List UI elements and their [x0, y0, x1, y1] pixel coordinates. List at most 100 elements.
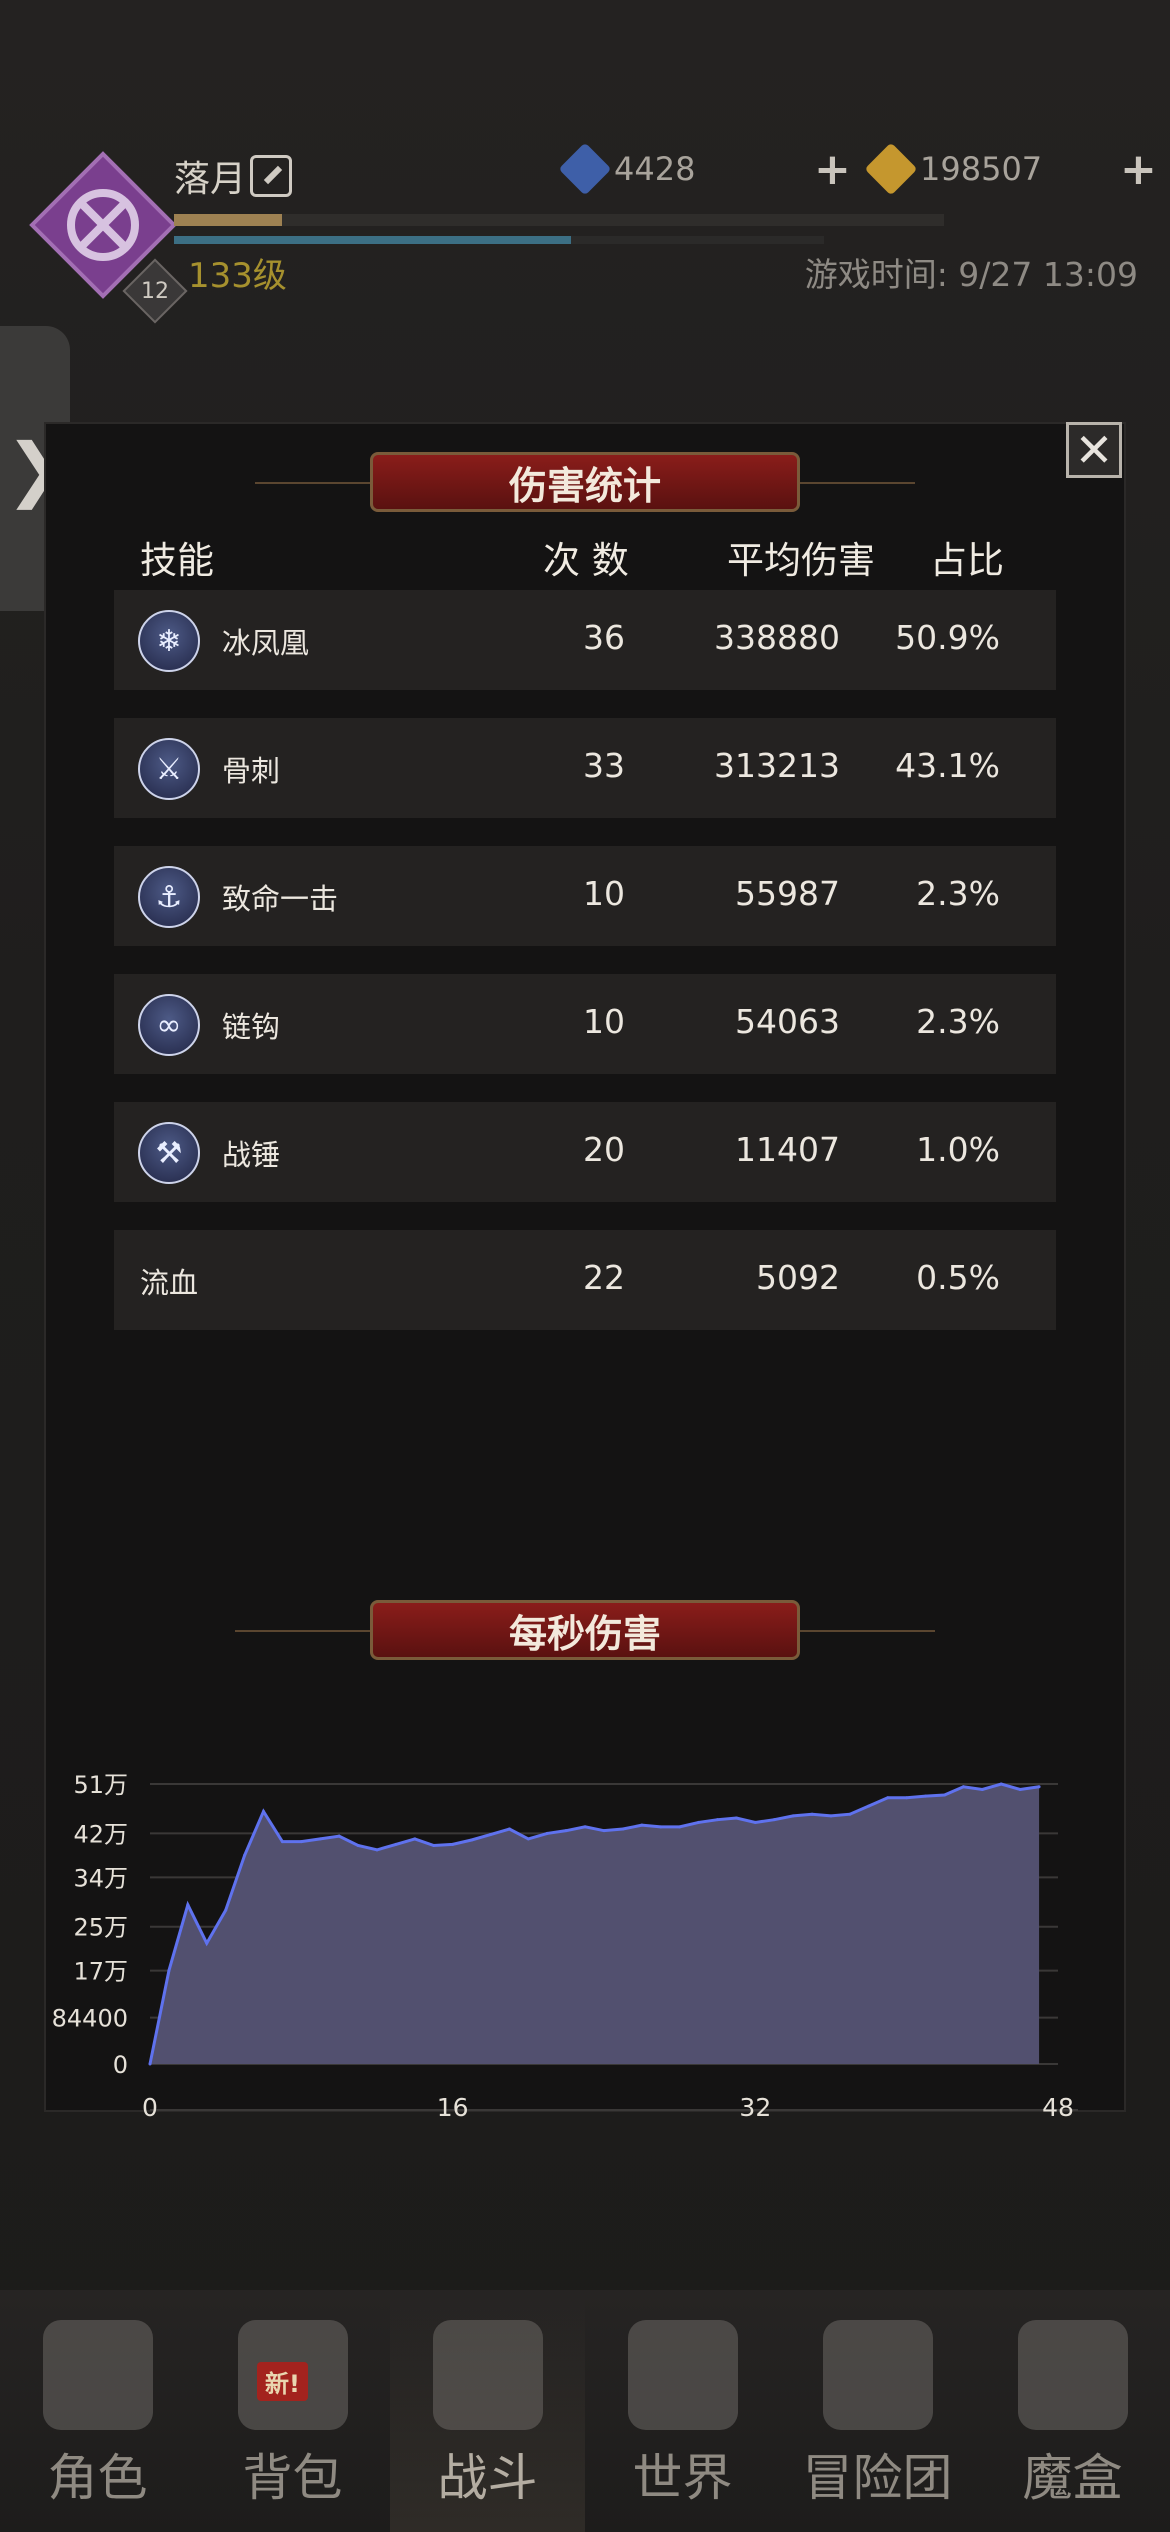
- close-button[interactable]: ✕: [1066, 422, 1122, 478]
- nav-adventure-group[interactable]: 冒险团: [780, 2290, 975, 2532]
- dps-point: [829, 1814, 833, 1818]
- damage-row: ❄ 冰凤凰 36 338880 50.9%: [114, 590, 1056, 690]
- dps-point: [867, 1804, 871, 1808]
- damage-share: 2.3%: [916, 874, 1000, 913]
- y-tick-label: 42万: [73, 1820, 128, 1848]
- nav-adventure-group-icon: [822, 2320, 933, 2430]
- column-header-count: 次 数: [543, 539, 629, 582]
- nav-character[interactable]: 角色: [0, 2290, 195, 2532]
- dps-point: [262, 1809, 265, 1813]
- edit-icon[interactable]: [250, 155, 292, 197]
- bottom-navigation: 角色 新! 背包 战斗 世界 冒险团 魔盒: [0, 2290, 1170, 2532]
- dps-point: [470, 1838, 474, 1842]
- column-header-skill: 技能: [140, 539, 214, 582]
- dps-point: [886, 1796, 890, 1800]
- add-diamond-button[interactable]: +: [814, 144, 851, 195]
- gold-currency: 198507 +: [864, 142, 1157, 196]
- dps-title: 每秒伤害: [508, 1611, 661, 1656]
- skill-name: 链钩: [222, 1010, 281, 1044]
- damage-share: 50.9%: [895, 618, 1000, 657]
- nav-character-label: 角色: [47, 2449, 148, 2507]
- chain-hook-icon: ∞: [138, 994, 200, 1056]
- x-tick-label: 32: [739, 2093, 771, 2122]
- hit-count: 33: [583, 746, 625, 785]
- dps-point: [186, 1903, 190, 1907]
- damage-row: 流血 22 5092 0.5%: [114, 1230, 1056, 1330]
- dps-point: [1018, 1787, 1022, 1791]
- average-damage: 54063: [735, 1002, 840, 1041]
- dps-point: [148, 2062, 152, 2066]
- player-level: 133级: [188, 256, 287, 296]
- dps-point: [243, 1853, 247, 1857]
- xp-bar: [174, 214, 944, 226]
- skill-name: 战锤: [222, 1138, 281, 1172]
- ice-phoenix-icon: ❄: [138, 610, 200, 672]
- dps-point: [280, 1840, 284, 1844]
- anchor-icon-glyph: ⚓: [155, 879, 183, 915]
- damage-row: ⚓ 致命一击 10 55987 2.3%: [114, 846, 1056, 946]
- y-tick-label: 0: [113, 2051, 128, 2079]
- new-badge: 新!: [257, 2362, 308, 2401]
- player-name: 落月: [174, 159, 247, 200]
- nav-backpack[interactable]: 新! 背包: [195, 2290, 390, 2532]
- damage-share: 43.1%: [895, 746, 1000, 785]
- gold-icon: [864, 142, 918, 196]
- damage-stats-title-banner: 伤害统计: [370, 452, 800, 512]
- anchor-icon: ⚓: [138, 866, 200, 928]
- damage-share: 1.0%: [916, 1130, 1000, 1169]
- dps-point: [640, 1823, 644, 1827]
- nav-battle-label: 战斗: [437, 2449, 538, 2507]
- nav-battle[interactable]: 战斗: [390, 2290, 585, 2532]
- nav-magic-box[interactable]: 魔盒: [975, 2290, 1170, 2532]
- damage-row: ∞ 链钩 10 54063 2.3%: [114, 974, 1056, 1074]
- average-damage: 313213: [714, 746, 840, 785]
- column-header-share: 占比: [930, 539, 1004, 582]
- dps-point: [451, 1842, 455, 1846]
- dps-point: [678, 1825, 682, 1829]
- nav-world[interactable]: 世界: [585, 2290, 780, 2532]
- damage-row: ⚔ 骨刺 33 313213 43.1%: [114, 718, 1056, 818]
- dps-point: [621, 1827, 625, 1831]
- nav-world-icon: [627, 2320, 738, 2430]
- nav-magic-box-label: 魔盒: [1022, 2449, 1123, 2507]
- sword-icon-glyph: ⚔: [155, 751, 183, 787]
- dps-point: [413, 1837, 417, 1841]
- nav-magic-box-icon: [1017, 2320, 1128, 2430]
- dps-point: [224, 1908, 228, 1912]
- hit-count: 10: [583, 1002, 625, 1041]
- skill-name: 流血: [140, 1266, 199, 1300]
- y-tick-label: 51万: [73, 1771, 128, 1799]
- modal-title: 伤害统计: [508, 463, 661, 508]
- y-tick-label: 17万: [73, 1958, 128, 1986]
- nav-world-label: 世界: [632, 2449, 733, 2507]
- dps-point: [375, 1848, 379, 1852]
- dps-point: [583, 1825, 587, 1829]
- ice-phoenix-icon-glyph: ❄: [156, 623, 182, 659]
- average-damage: 338880: [714, 618, 840, 657]
- dps-point: [905, 1796, 909, 1800]
- damage-share: 2.3%: [916, 1002, 1000, 1041]
- dps-point: [791, 1814, 795, 1818]
- dps-point: [961, 1785, 965, 1789]
- x-tick-label: 16: [437, 2093, 469, 2122]
- dps-point: [980, 1787, 984, 1791]
- war-hammer-icon-glyph: ⚒: [155, 1135, 183, 1171]
- average-damage: 55987: [735, 874, 840, 913]
- dps-point: [697, 1820, 701, 1824]
- skill-name: 致命一击: [222, 882, 339, 916]
- war-hammer-icon: ⚒: [138, 1122, 200, 1184]
- dps-point: [659, 1825, 663, 1829]
- xp-fill: [174, 214, 282, 226]
- dps-point: [1037, 1785, 1041, 1789]
- dps-point: [318, 1837, 322, 1841]
- dps-point: [753, 1820, 757, 1824]
- dps-point: [943, 1793, 946, 1797]
- energy-bar: [174, 236, 824, 244]
- dps-point: [526, 1837, 530, 1841]
- dps-area: [150, 1784, 1040, 2064]
- column-header-avg-damage: 平均伤害: [727, 539, 875, 582]
- y-tick-label: 25万: [73, 1914, 128, 1942]
- diamond-currency: 4428 +: [558, 142, 851, 196]
- dps-point: [167, 1969, 171, 1973]
- add-gold-button[interactable]: +: [1120, 144, 1157, 195]
